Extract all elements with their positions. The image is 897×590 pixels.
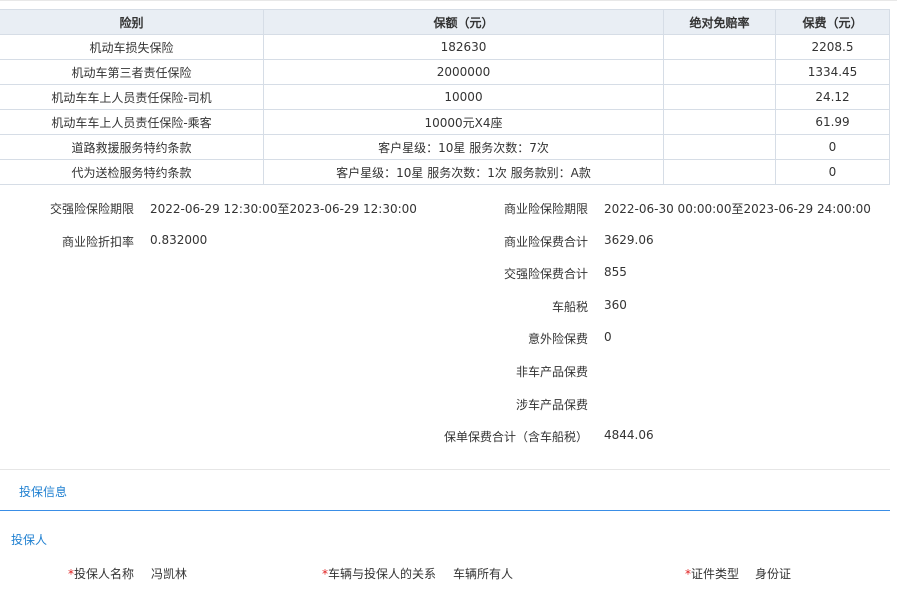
discount-label: 商业险折扣率: [61, 235, 134, 249]
cell-premium: 24.12: [775, 84, 890, 110]
table-row: 机动车车上人员责任保险-司机 10000 24.12: [0, 84, 890, 110]
cell-deductible: [663, 34, 776, 60]
policyholder-name-label: *投保人名称: [67, 567, 134, 581]
jq-premium-total-label: 交强险保费合计: [503, 267, 588, 281]
vehicle-tax-value: 360: [604, 298, 627, 312]
vehicle-tax-label: 车船税: [551, 300, 588, 314]
biz-period-value: 2022-06-30 00:00:00至2023-06-29 24:00:00: [604, 202, 871, 216]
table-row: 机动车车上人员责任保险-乘客 10000元X4座 61.99: [0, 109, 890, 135]
top-border: [0, 0, 897, 5]
jq-period-value: 2022-06-29 12:30:00至2023-06-29 12:30:00: [150, 202, 417, 216]
cell-premium: 1334.45: [775, 59, 890, 85]
policy-premium-total-value: 4844.06: [604, 428, 654, 442]
cell-premium: 61.99: [775, 109, 890, 135]
coverage-table: 险别 保额（元） 绝对免赔率 保费（元） 机动车损失保险 182630 2208…: [0, 9, 890, 185]
cell-deductible: [663, 159, 776, 185]
cell-amount: 10000元X4座: [263, 109, 664, 135]
cell-coverage: 机动车车上人员责任保险-乘客: [0, 109, 264, 135]
discount-value: 0.832000: [150, 233, 208, 247]
cell-amount: 2000000: [263, 59, 664, 85]
cell-coverage: 机动车损失保险: [0, 34, 264, 60]
jq-period-label: 交强险保险期限: [49, 202, 134, 216]
cell-coverage: 机动车第三者责任保险: [0, 59, 264, 85]
table-row: 代为送检服务特约条款 客户星级：10星 服务次数：1次 服务款别：A款 0: [0, 159, 890, 185]
cell-amount: 客户星级：10星 服务次数：7次: [263, 134, 664, 160]
vehicle-related-premium-label: 涉车产品保费: [515, 398, 588, 412]
table-row: 机动车第三者责任保险 2000000 1334.45: [0, 59, 890, 85]
table-row: 道路救援服务特约条款 客户星级：10星 服务次数：7次 0: [0, 134, 890, 160]
cell-coverage: 代为送检服务特约条款: [0, 159, 264, 185]
biz-premium-total-label: 商业险保费合计: [503, 235, 588, 249]
header-coverage: 险别: [0, 9, 264, 35]
policyholder-section-title: 投保人: [11, 533, 48, 547]
cell-amount: 客户星级：10星 服务次数：1次 服务款别：A款: [263, 159, 664, 185]
cell-deductible: [663, 59, 776, 85]
cell-deductible: [663, 134, 776, 160]
cell-deductible: [663, 109, 776, 135]
vehicle-relation-value: 车辆所有人: [453, 567, 514, 581]
cell-premium: 0: [775, 159, 890, 185]
header-deductible: 绝对免赔率: [663, 9, 776, 35]
id-type-label: *证件类型: [684, 567, 739, 581]
biz-premium-total-value: 3629.06: [604, 233, 654, 247]
accident-premium-label: 意外险保费: [527, 332, 588, 346]
cell-coverage: 机动车车上人员责任保险-司机: [0, 84, 264, 110]
cell-amount: 10000: [263, 84, 664, 110]
non-vehicle-premium-label: 非车产品保费: [515, 365, 588, 379]
header-amount: 保额（元）: [263, 9, 664, 35]
vehicle-relation-label: *车辆与投保人的关系: [321, 567, 436, 581]
cell-deductible: [663, 84, 776, 110]
accident-premium-value: 0: [604, 330, 612, 344]
cell-premium: 0: [775, 134, 890, 160]
cell-amount: 182630: [263, 34, 664, 60]
policy-premium-total-label: 保单保费合计（含车船税）: [443, 430, 588, 444]
jq-premium-total-value: 855: [604, 265, 627, 279]
table-row: 机动车损失保险 182630 2208.5: [0, 34, 890, 60]
table-header-row: 险别 保额（元） 绝对免赔率 保费（元）: [0, 9, 890, 35]
tab-underline: [0, 510, 890, 511]
policyholder-name-value: 冯凯林: [151, 567, 188, 581]
header-premium: 保费（元）: [775, 9, 890, 35]
cell-coverage: 道路救援服务特约条款: [0, 134, 264, 160]
biz-period-label: 商业险保险期限: [503, 202, 588, 216]
id-type-value: 身份证: [755, 567, 792, 581]
cell-premium: 2208.5: [775, 34, 890, 60]
tab-insure-info[interactable]: 投保信息: [19, 483, 67, 500]
section-divider: [0, 469, 890, 470]
